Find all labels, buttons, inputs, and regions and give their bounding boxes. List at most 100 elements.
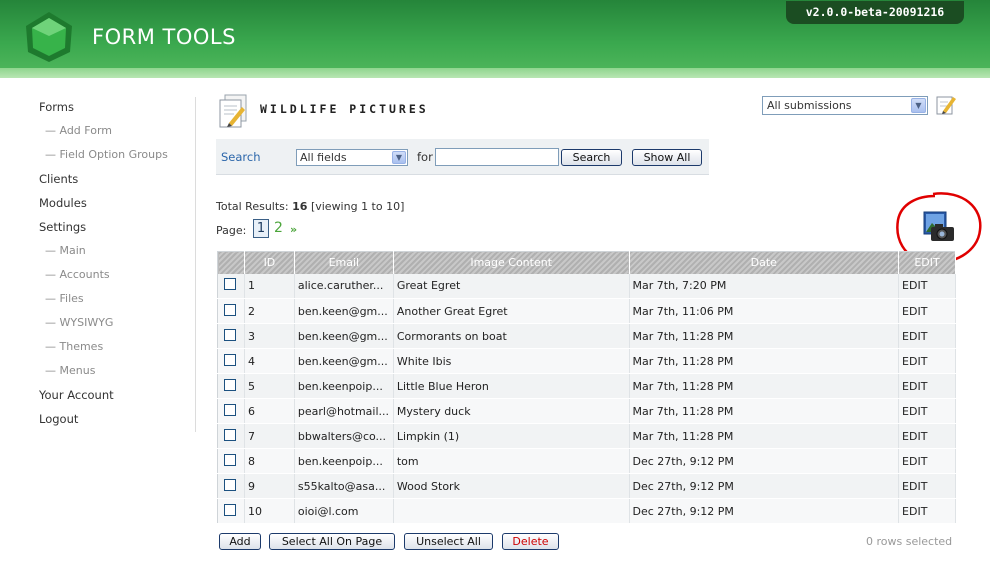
- cell-date: Mar 7th, 11:28 PM: [629, 398, 900, 424]
- cell-content: Limpkin (1): [393, 423, 630, 449]
- nav-settings[interactable]: Settings: [39, 218, 194, 242]
- edit-link[interactable]: EDIT: [898, 373, 956, 399]
- header-stripe: [0, 68, 990, 78]
- total-label: Total Results:: [216, 200, 289, 213]
- row-checkbox[interactable]: [224, 428, 236, 441]
- col-email[interactable]: Email: [294, 251, 394, 274]
- unselect-all-button[interactable]: Unselect All: [404, 533, 493, 550]
- submission-view-select[interactable]: All submissions ▼: [762, 96, 928, 115]
- cell-id: 2: [244, 298, 295, 324]
- nav-logout[interactable]: Logout: [39, 410, 194, 434]
- table-row: 5 ben.keenpoip... Little Blue Heron Mar …: [217, 373, 956, 399]
- add-button[interactable]: Add: [219, 533, 261, 550]
- edit-link[interactable]: EDIT: [898, 348, 956, 374]
- nav-field-option-groups[interactable]: — Field Option Groups: [39, 146, 194, 170]
- cell-id: 9: [244, 473, 295, 499]
- nav-menus[interactable]: — Menus: [39, 362, 194, 386]
- edit-link[interactable]: EDIT: [898, 398, 956, 424]
- col-date[interactable]: Date: [629, 251, 900, 274]
- nav-modules[interactable]: Modules: [39, 194, 194, 218]
- search-input[interactable]: [435, 148, 559, 166]
- dropdown-arrow-icon[interactable]: ▼: [911, 98, 926, 113]
- nav-themes[interactable]: — Themes: [39, 338, 194, 362]
- cell-id: 4: [244, 348, 295, 374]
- row-checkbox[interactable]: [224, 328, 236, 341]
- cell-date: Mar 7th, 7:20 PM: [629, 273, 900, 299]
- row-checkbox[interactable]: [224, 303, 236, 316]
- next-page-link[interactable]: »: [290, 223, 297, 236]
- search-field-value: All fields: [300, 151, 347, 164]
- search-field-select[interactable]: All fields ▼: [296, 149, 408, 166]
- total-results: Total Results: 16 [viewing 1 to 10]: [216, 200, 404, 213]
- cell-email: s55kalto@asa...: [294, 473, 394, 499]
- edit-link[interactable]: EDIT: [898, 498, 956, 524]
- table-row: 8 ben.keenpoip... tom Dec 27th, 9:12 PM …: [217, 448, 956, 474]
- cell-date: Mar 7th, 11:28 PM: [629, 423, 900, 449]
- page-1-link[interactable]: 1: [253, 219, 269, 238]
- cell-email: ben.keen@gm...: [294, 323, 394, 349]
- viewing-range: [viewing 1 to 10]: [310, 200, 405, 213]
- cell-date: Mar 7th, 11:28 PM: [629, 348, 900, 374]
- table-row: 4 ben.keen@gm... White Ibis Mar 7th, 11:…: [217, 348, 956, 374]
- nav-add-form[interactable]: — Add Form: [39, 122, 194, 146]
- row-checkbox[interactable]: [224, 378, 236, 391]
- edit-link[interactable]: EDIT: [898, 273, 956, 299]
- nav-wysiwyg[interactable]: — WYSIWYG: [39, 314, 194, 338]
- search-button[interactable]: Search: [561, 149, 622, 166]
- row-checkbox[interactable]: [224, 278, 236, 291]
- total-count: 16: [292, 200, 308, 213]
- col-id[interactable]: ID: [244, 251, 295, 274]
- for-label: for: [417, 150, 433, 164]
- row-checkbox[interactable]: [224, 503, 236, 516]
- dropdown-arrow-icon[interactable]: ▼: [392, 151, 406, 164]
- nav-clients[interactable]: Clients: [39, 170, 194, 194]
- sidebar-nav: Forms — Add Form — Field Option Groups C…: [39, 98, 194, 434]
- row-checkbox[interactable]: [224, 453, 236, 466]
- edit-link[interactable]: EDIT: [898, 473, 956, 499]
- table-row: 10 oioi@l.com Dec 27th, 9:12 PM EDIT: [217, 498, 956, 524]
- edit-view-icon[interactable]: [935, 94, 957, 116]
- table-row: 9 s55kalto@asa... Wood Stork Dec 27th, 9…: [217, 473, 956, 499]
- select-all-on-page-button[interactable]: Select All On Page: [269, 533, 395, 550]
- nav-main[interactable]: — Main: [39, 242, 194, 266]
- show-all-button[interactable]: Show All: [632, 149, 702, 166]
- cell-id: 1: [244, 273, 295, 299]
- nav-accounts[interactable]: — Accounts: [39, 266, 194, 290]
- row-checkbox[interactable]: [224, 478, 236, 491]
- cell-content: Cormorants on boat: [393, 323, 630, 349]
- view-select-value: All submissions: [767, 99, 852, 112]
- app-name: FORM TOOLS: [92, 25, 236, 49]
- cell-email: bbwalters@co...: [294, 423, 394, 449]
- page-2-link[interactable]: 2: [274, 220, 283, 236]
- cell-id: 8: [244, 448, 295, 474]
- cell-date: Dec 27th, 9:12 PM: [629, 448, 900, 474]
- row-checkbox[interactable]: [224, 403, 236, 416]
- edit-link[interactable]: EDIT: [898, 298, 956, 324]
- cell-content: White Ibis: [393, 348, 630, 374]
- edit-link[interactable]: EDIT: [898, 423, 956, 449]
- sidebar-divider: [195, 97, 196, 432]
- nav-files[interactable]: — Files: [39, 290, 194, 314]
- edit-link[interactable]: EDIT: [898, 448, 956, 474]
- row-checkbox[interactable]: [224, 353, 236, 366]
- cell-email: oioi@l.com: [294, 498, 394, 524]
- form-document-icon: [219, 94, 247, 128]
- cell-email: ben.keenpoip...: [294, 448, 394, 474]
- submissions-table: ID Email Image Content Date EDIT 1 alice…: [217, 251, 956, 524]
- delete-button[interactable]: Delete: [502, 533, 559, 550]
- cell-content: tom: [393, 448, 630, 474]
- cell-id: 5: [244, 373, 295, 399]
- table-row: 3 ben.keen@gm... Cormorants on boat Mar …: [217, 323, 956, 349]
- edit-link[interactable]: EDIT: [898, 323, 956, 349]
- nav-forms[interactable]: Forms: [39, 98, 194, 122]
- col-select: [217, 251, 245, 274]
- formtools-logo-icon[interactable]: [22, 10, 76, 64]
- nav-your-account[interactable]: Your Account: [39, 386, 194, 410]
- col-image-content[interactable]: Image Content: [393, 251, 630, 274]
- cell-content: Mystery duck: [393, 398, 630, 424]
- cell-id: 6: [244, 398, 295, 424]
- cell-email: pearl@hotmail...: [294, 398, 394, 424]
- cell-email: ben.keen@gm...: [294, 348, 394, 374]
- cell-content: [393, 498, 630, 524]
- table-row: 7 bbwalters@co... Limpkin (1) Mar 7th, 1…: [217, 423, 956, 449]
